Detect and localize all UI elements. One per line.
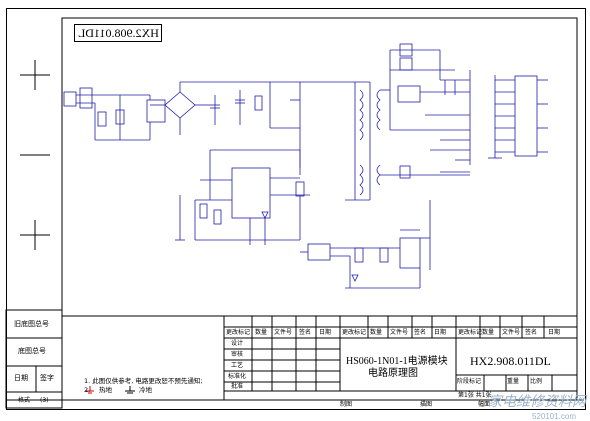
tb-standardize: 标准化 — [228, 373, 247, 380]
describe-label: 描图 — [420, 401, 433, 408]
tb-design: 设计 — [231, 340, 244, 347]
tb-weight: 重量 — [507, 378, 520, 385]
sign-label: 签字 — [40, 374, 54, 382]
tb-qty-1: 数量 — [255, 329, 268, 336]
tb-sheet: 第1张 共1张 — [458, 392, 492, 399]
tb-date-1: 日期 — [319, 329, 332, 336]
drafter-label: 制图 — [340, 401, 353, 408]
old-drawing-no-label: 旧底图总号 — [14, 320, 49, 328]
hot-ground-label: 热地 — [99, 386, 112, 394]
date-label: 日期 — [14, 374, 28, 382]
tb-sign-3: 签名 — [525, 329, 538, 336]
cold-ground-label: 冷地 — [139, 386, 152, 394]
tb-doc-no-2: 文件号 — [390, 329, 409, 336]
tb-rev-mark-2: 更改标记 — [342, 329, 367, 336]
tb-date-3: 日期 — [548, 329, 561, 336]
tb-rev-mark-1: 更改标记 — [226, 329, 251, 336]
format-value: (3) — [40, 397, 49, 404]
drawing-number: HX2.908.011DL — [470, 354, 551, 368]
watermark-url: 520101.com — [531, 412, 576, 421]
tb-date-2: 日期 — [434, 329, 447, 336]
tb-stage-mark: 阶段标记 — [457, 378, 482, 385]
tb-sign-2: 签名 — [414, 329, 427, 336]
tb-process: 工艺 — [231, 362, 244, 369]
tb-rev-mark-3: 更改标记 — [458, 329, 483, 336]
tb-review: 审核 — [231, 351, 244, 358]
tb-qty-2: 数量 — [370, 329, 383, 336]
tb-qty-3: 数量 — [482, 329, 495, 336]
watermark-text: 家电维修资料网 — [488, 395, 586, 410]
tb-doc-no-1: 文件号 — [274, 329, 293, 336]
tb-scale: 比例 — [530, 378, 543, 385]
format-label: 格式 — [18, 397, 31, 404]
tb-approve: 批准 — [231, 383, 244, 390]
mirrored-drawing-number: HX2.908.011DL — [74, 24, 162, 42]
base-drawing-no-label: 底图总号 — [18, 347, 46, 355]
product-subtitle: 电路原理图 — [368, 368, 418, 379]
note-2-prefix: 2. — [84, 386, 91, 394]
tb-doc-no-3: 文件号 — [502, 329, 521, 336]
tb-sign-1: 签名 — [299, 329, 312, 336]
note-1: 1. 此图仅供参考, 电路更改恕不预先通知; — [84, 377, 203, 385]
